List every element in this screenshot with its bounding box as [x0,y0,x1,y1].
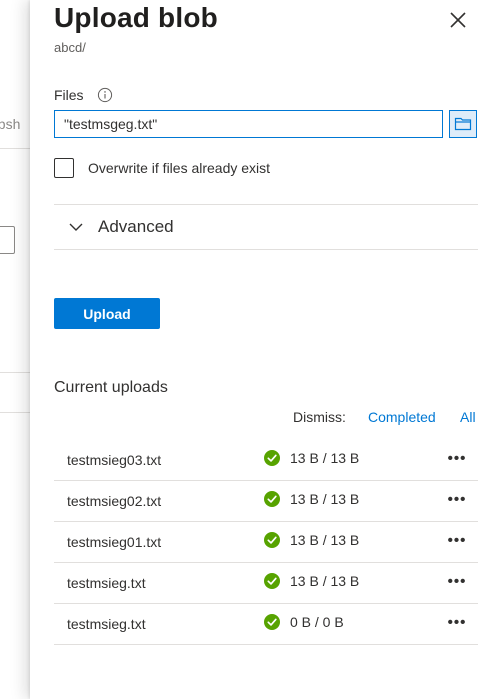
background-page: apsh [0,0,30,699]
upload-file-name: testmsieg01.txt [67,534,162,550]
folder-icon [454,117,472,131]
more-options-button[interactable]: ••• [444,571,470,591]
dismiss-completed-link[interactable]: Completed [368,409,436,425]
upload-status: 0 B / 0 B [264,614,344,630]
divider [54,204,478,205]
check-circle-icon [264,532,280,548]
more-options-button[interactable]: ••• [444,489,470,509]
more-options-button[interactable]: ••• [444,448,470,468]
more-options-button[interactable]: ••• [444,530,470,550]
upload-status: 13 B / 13 B [264,532,359,548]
background-divider [0,412,30,413]
divider [54,249,478,250]
check-circle-icon [264,614,280,630]
upload-file-name: testmsieg.txt [67,616,146,632]
advanced-expander[interactable]: Advanced [54,206,478,248]
upload-file-name: testmsieg.txt [67,575,146,591]
check-circle-icon [264,450,280,466]
more-options-button[interactable]: ••• [444,612,470,632]
upload-row: testmsieg02.txt 13 B / 13 B ••• [54,481,478,522]
overwrite-label: Overwrite if files already exist [88,160,271,176]
upload-size: 13 B / 13 B [290,491,360,507]
upload-status: 13 B / 13 B [264,491,359,507]
upload-button[interactable]: Upload [54,298,160,329]
current-uploads-heading: Current uploads [54,379,168,396]
files-input[interactable] [54,110,443,138]
upload-row: testmsieg01.txt 13 B / 13 B ••• [54,522,478,563]
uploads-list: testmsieg03.txt 13 B / 13 B ••• testmsie… [54,440,478,645]
overwrite-option[interactable]: Overwrite if files already exist [54,156,270,180]
info-icon[interactable] [97,87,113,103]
upload-size: 13 B / 13 B [290,573,360,589]
background-tab[interactable]: apsh [0,116,30,132]
panel-subtitle: abcd/ [54,40,86,55]
upload-size: 0 B / 0 B [290,614,344,630]
files-label: Files [54,87,84,103]
overwrite-checkbox[interactable] [54,158,74,178]
upload-file-name: testmsieg03.txt [67,452,162,468]
upload-row: testmsieg.txt 13 B / 13 B ••• [54,563,478,604]
background-divider [0,148,30,149]
background-divider [0,372,30,373]
advanced-label: Advanced [98,217,174,236]
upload-size: 13 B / 13 B [290,450,360,466]
dismiss-bar: Dismiss: Completed All [30,409,503,429]
check-circle-icon [264,491,280,507]
check-circle-icon [264,573,280,589]
browse-files-button[interactable] [449,110,477,138]
upload-row: testmsieg03.txt 13 B / 13 B ••• [54,440,478,481]
upload-blob-panel: Upload blob abcd/ Files Overwrite if fil… [30,0,503,699]
close-button[interactable] [446,8,470,32]
chevron-down-icon [69,223,83,231]
close-icon [450,12,466,28]
upload-file-name: testmsieg02.txt [67,493,162,509]
upload-status: 13 B / 13 B [264,573,359,589]
background-input[interactable] [0,226,15,254]
upload-status: 13 B / 13 B [264,450,359,466]
upload-row: testmsieg.txt 0 B / 0 B ••• [54,604,478,645]
upload-size: 13 B / 13 B [290,532,360,548]
dismiss-all-link[interactable]: All [460,409,476,425]
panel-title: Upload blob [54,2,218,33]
dismiss-label: Dismiss: [293,409,346,425]
